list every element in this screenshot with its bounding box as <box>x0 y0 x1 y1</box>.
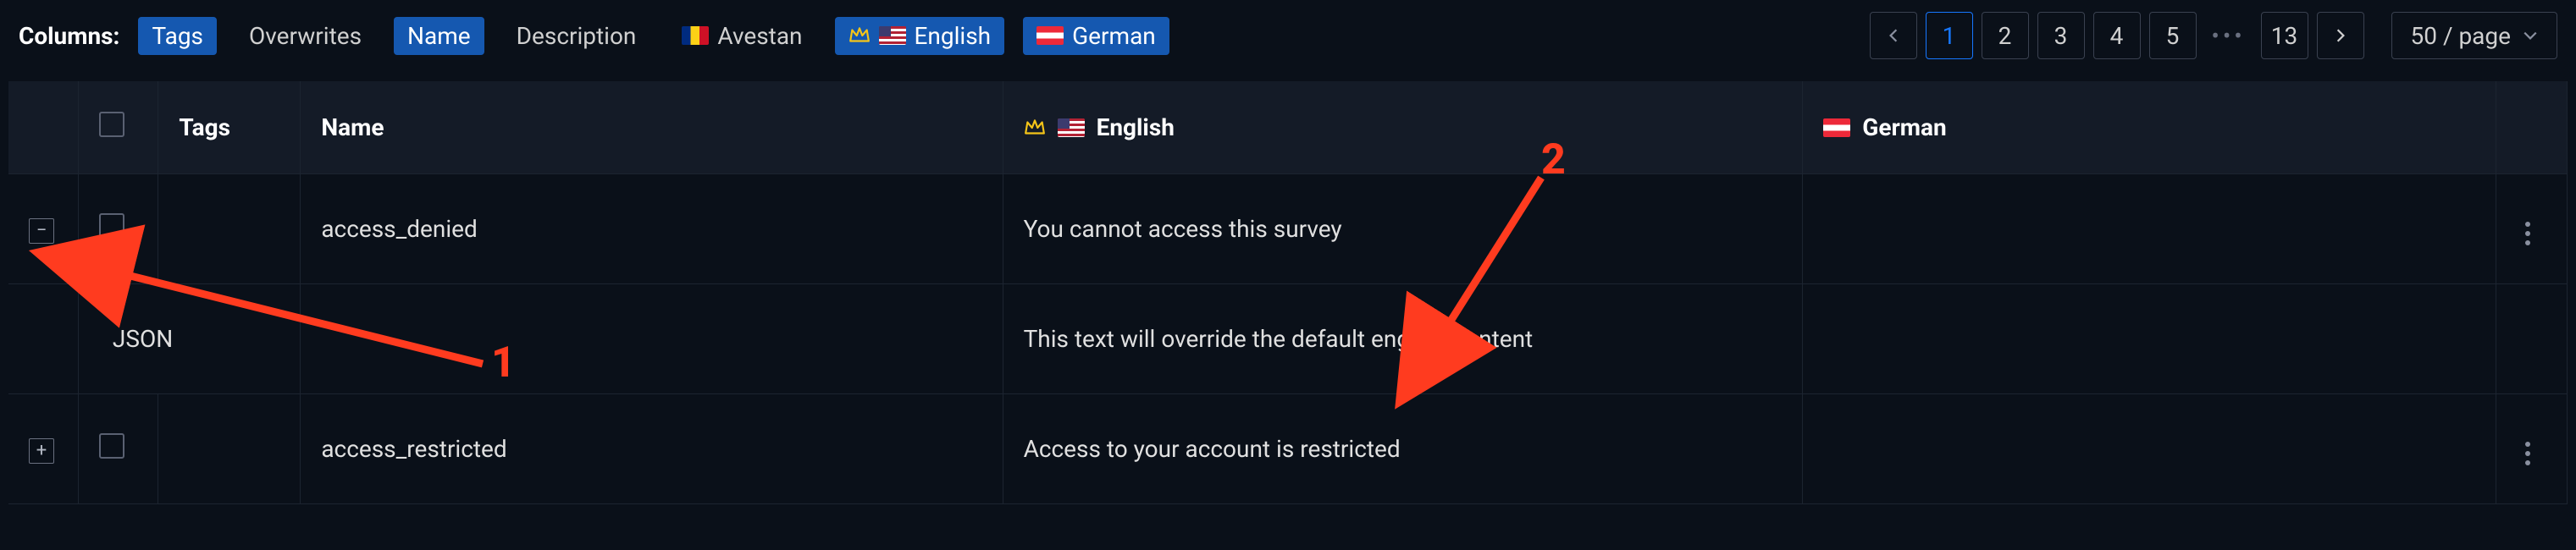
row-checkbox[interactable] <box>99 433 124 459</box>
th-name[interactable]: Name <box>301 81 1003 174</box>
row-checkbox[interactable] <box>99 213 124 239</box>
column-controls: Columns: Tags Overwrites Name Descriptio… <box>19 17 1169 55</box>
page-prev-button[interactable] <box>1870 12 1917 59</box>
columns-label: Columns: <box>19 22 119 50</box>
table-row: − access_denied You cannot access this s… <box>8 174 2568 284</box>
flag-icon <box>1823 118 1850 137</box>
pagination: 1 2 3 4 5 ••• 13 <box>1870 12 2364 59</box>
cell-english[interactable]: This text will override the default engl… <box>1003 284 1804 394</box>
page-button-5[interactable]: 5 <box>2149 12 2197 59</box>
th-label: German <box>1862 113 1946 141</box>
page-next-button[interactable] <box>2317 12 2364 59</box>
cell-sub-label: JSON <box>79 284 301 394</box>
page-button-3[interactable]: 3 <box>2037 12 2085 59</box>
chip-label: Avestan <box>717 22 802 50</box>
flag-icon <box>1058 118 1085 137</box>
th-german[interactable]: German <box>1803 81 2496 174</box>
th-english[interactable]: English <box>1003 81 1804 174</box>
cell-name[interactable]: access_denied <box>301 174 1003 284</box>
page-button-1[interactable]: 1 <box>1926 12 1973 59</box>
cell-tags <box>158 174 301 284</box>
crown-icon <box>849 26 871 45</box>
cell-name[interactable]: access_restricted <box>301 394 1003 504</box>
chevron-down-icon <box>2523 28 2538 43</box>
chip-label: Description <box>517 22 637 50</box>
crown-icon <box>1024 118 1046 137</box>
th-expand <box>8 81 79 174</box>
toolbar: Columns: Tags Overwrites Name Descriptio… <box>0 0 2576 81</box>
table-row: JSON This text will override the default… <box>8 284 2568 394</box>
th-actions <box>2496 81 2568 174</box>
cell-german[interactable] <box>1803 394 2496 504</box>
chip-tags[interactable]: Tags <box>138 17 217 55</box>
page-button-4[interactable]: 4 <box>2093 12 2141 59</box>
row-more-button[interactable] <box>2517 213 2539 254</box>
flag-icon <box>879 26 906 45</box>
chip-label: Name <box>407 22 471 50</box>
select-all-checkbox[interactable] <box>99 112 124 137</box>
page-button-2[interactable]: 2 <box>1982 12 2029 59</box>
chip-english[interactable]: English <box>835 17 1005 55</box>
flag-icon <box>1036 26 1064 45</box>
right-controls: 1 2 3 4 5 ••• 13 50 / page <box>1870 12 2557 59</box>
page-ellipsis: ••• <box>2205 22 2253 50</box>
flag-icon <box>682 26 709 45</box>
row-more-button[interactable] <box>2517 433 2539 474</box>
cell-name <box>301 284 1003 394</box>
th-tags[interactable]: Tags <box>158 81 301 174</box>
chip-label: English <box>915 22 992 50</box>
chip-label: German <box>1072 22 1156 50</box>
cell-english[interactable]: Access to your account is restricted <box>1003 394 1804 504</box>
cell-german[interactable] <box>1803 284 2496 394</box>
chip-label: Tags <box>152 22 203 50</box>
row-collapse-button[interactable]: − <box>29 218 54 244</box>
chip-german[interactable]: German <box>1023 17 1169 55</box>
chip-name[interactable]: Name <box>394 17 484 55</box>
chip-overwrites[interactable]: Overwrites <box>235 17 375 55</box>
th-check <box>79 81 158 174</box>
page-button-last[interactable]: 13 <box>2261 12 2308 59</box>
chip-description[interactable]: Description <box>503 17 650 55</box>
cell-tags <box>158 394 301 504</box>
table-row: + access_restricted Access to your accou… <box>8 394 2568 504</box>
chip-label: Overwrites <box>249 22 362 50</box>
table-header-row: Tags Name English German <box>8 81 2568 174</box>
page-size-select[interactable]: 50 / page <box>2391 12 2557 59</box>
cell-german[interactable] <box>1803 174 2496 284</box>
row-expand-button[interactable]: + <box>29 438 54 464</box>
translations-table: Tags Name English German − <box>8 81 2568 504</box>
cell-english[interactable]: You cannot access this survey <box>1003 174 1804 284</box>
chevron-left-icon <box>1886 28 1901 43</box>
page-size-label: 50 / page <box>2411 22 2511 50</box>
chip-avestan[interactable]: Avestan <box>668 17 815 55</box>
chevron-right-icon <box>2333 28 2348 43</box>
th-label: English <box>1097 113 1175 141</box>
